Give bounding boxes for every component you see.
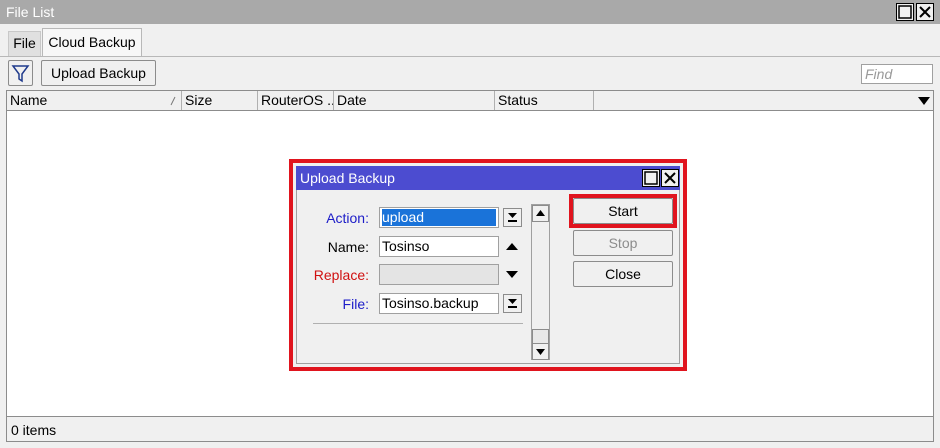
close-icon (919, 6, 931, 18)
upload-backup-button[interactable]: Upload Backup (41, 60, 156, 86)
upload-backup-dialog: Upload Backup Action: upload Name: Tosin… (289, 159, 687, 371)
filter-button[interactable] (8, 60, 33, 86)
triangle-down-icon[interactable] (505, 267, 519, 281)
file-select[interactable]: Tosinso.backup (379, 293, 499, 314)
sort-indicator-icon (170, 96, 176, 106)
separator (313, 323, 523, 324)
name-input[interactable]: Tosinso (379, 236, 499, 257)
dropdown-arrow-icon (508, 299, 517, 308)
column-header-routeros[interactable]: RouterOS ... (258, 91, 334, 110)
dialog-scrollbar[interactable] (531, 204, 550, 360)
file-label: File: (342, 296, 369, 312)
tab-bar: File Cloud Backup (0, 24, 940, 56)
column-header-size[interactable]: Size (182, 91, 258, 110)
replace-label: Replace: (313, 267, 369, 283)
close-button[interactable]: Close (573, 261, 673, 287)
maximize-icon (644, 171, 658, 185)
column-header-status[interactable]: Status (495, 91, 594, 110)
scroll-up-button[interactable] (532, 205, 549, 222)
file-dropdown-button[interactable] (503, 294, 522, 313)
dropdown-arrow-icon (508, 213, 517, 222)
start-button[interactable]: Start (573, 198, 673, 224)
scroll-down-button[interactable] (532, 343, 549, 360)
triangle-down-icon (918, 97, 930, 105)
maximize-icon (898, 5, 912, 19)
dialog-titlebar: Upload Backup (296, 166, 680, 190)
dialog-title: Upload Backup (300, 170, 395, 186)
toolbar: Upload Backup (0, 56, 940, 90)
column-header-name[interactable]: Name (7, 91, 182, 110)
table-header: Name Size RouterOS ... Date Status (6, 90, 934, 111)
find-input[interactable] (861, 64, 933, 84)
funnel-icon (11, 65, 30, 83)
name-label: Name: (327, 239, 369, 255)
arrow-down-icon (536, 349, 545, 355)
maximize-button[interactable] (896, 3, 914, 21)
action-label: Action: (326, 210, 369, 226)
dialog-close-button[interactable] (661, 169, 679, 187)
dialog-body: Action: upload Name: Tosinso Replace: Fi… (296, 190, 680, 364)
tab-file[interactable]: File (8, 31, 41, 56)
tab-cloud-backup[interactable]: Cloud Backup (42, 28, 142, 56)
dialog-maximize-button[interactable] (642, 169, 660, 187)
triangle-up-icon[interactable] (505, 239, 519, 253)
arrow-up-icon (536, 210, 545, 216)
close-icon (664, 172, 676, 184)
replace-select (379, 264, 499, 285)
column-chooser-button[interactable] (916, 94, 932, 108)
column-header-date[interactable]: Date (334, 91, 495, 110)
status-bar: 0 items (6, 416, 934, 442)
action-select[interactable]: upload (379, 207, 499, 228)
item-count: 0 items (11, 422, 57, 438)
stop-button: Stop (573, 230, 673, 256)
window-titlebar: File List (0, 0, 940, 24)
window-title: File List (6, 4, 55, 20)
close-window-button[interactable] (916, 3, 934, 21)
action-dropdown-button[interactable] (503, 208, 522, 227)
